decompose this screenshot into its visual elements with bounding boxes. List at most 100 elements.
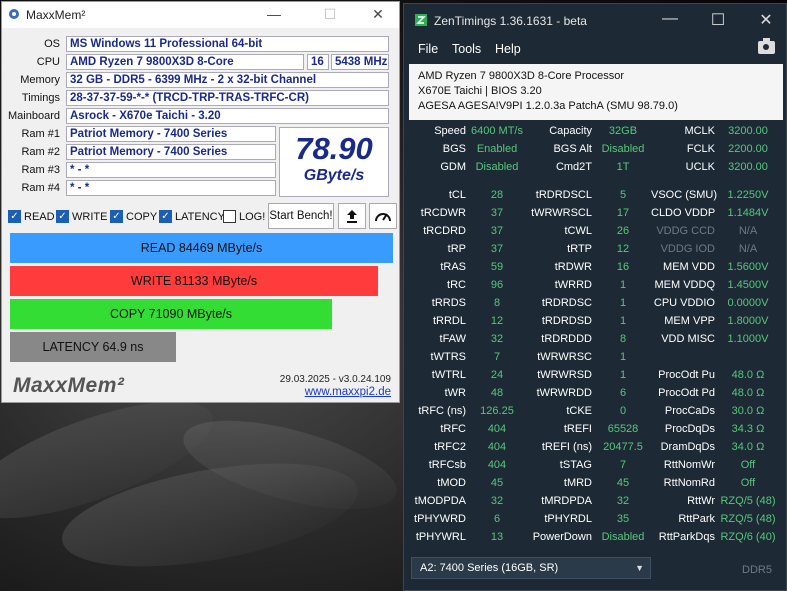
timing-label: BGS: [442, 143, 466, 155]
menu-help[interactable]: Help: [495, 42, 521, 56]
system-info-panel: AMD Ryzen 7 9800X3D 8-Core Processor X67…: [409, 64, 783, 120]
mainboard-field: Asrock - X670e Taichi - 3.20: [66, 108, 389, 124]
copy-result-label: COPY 71090 MByte/s: [109, 307, 233, 321]
timing-value: 96: [490, 279, 504, 291]
cpu-cores-field: 16: [307, 54, 329, 70]
read-result-bar: READ 84469 MByte/s: [10, 233, 393, 263]
checkbox-icon: ✓: [56, 210, 69, 223]
timing-value: 1.2250V: [727, 189, 769, 201]
timing-value: 1.4500V: [727, 279, 769, 291]
timing-label: tRTP: [567, 243, 592, 255]
timing-label: tRDRDSD: [541, 315, 592, 327]
timing-value: 404: [487, 459, 507, 471]
timing-value: 32: [616, 495, 630, 507]
timing-label: UCLK: [685, 161, 715, 173]
timing-label: MEM VDDQ: [654, 279, 716, 291]
timing-value: 59: [490, 261, 504, 273]
timing-value: 1.5600V: [727, 261, 769, 273]
timing-label: ProcOdt Pd: [658, 387, 715, 399]
timing-label: tRC: [447, 279, 466, 291]
close-button[interactable]: ✕: [754, 10, 778, 30]
timing-label: tRFC: [440, 423, 466, 435]
timing-value: 7: [619, 459, 627, 471]
timing-label: tPHYWRD: [414, 513, 466, 525]
start-bench-button[interactable]: Start Bench!: [268, 203, 334, 229]
timing-value: 37: [490, 243, 504, 255]
upload-icon: [347, 210, 357, 223]
timing-label: tRDRDSCL: [535, 189, 592, 201]
timing-value: 2200.00: [728, 143, 768, 155]
timing-label: tWTRS: [430, 351, 466, 363]
timing-value: 1: [619, 315, 627, 327]
timing-label: tFAW: [439, 333, 466, 345]
speedometer-button[interactable]: [369, 203, 397, 229]
read-checkbox[interactable]: ✓ READ: [8, 210, 55, 223]
timing-value: 65528: [607, 423, 639, 435]
window-title: ZenTimings 1.36.1631 - beta: [434, 14, 587, 28]
timing-label: tREFI: [563, 423, 592, 435]
timing-label: tWR: [444, 387, 466, 399]
checkbox-icon: ✓: [159, 210, 172, 223]
camera-icon[interactable]: [758, 38, 775, 54]
zentimings-titlebar[interactable]: ZenTimings 1.36.1631 - beta — ☐ ✕: [404, 4, 786, 36]
close-button[interactable]: ✕: [368, 6, 388, 23]
zentimings-logo-icon: [415, 14, 427, 26]
timing-label: tRCDRD: [423, 225, 466, 237]
timing-label: tWRWRSCL: [531, 207, 592, 219]
timing-label: tPHYWRL: [415, 531, 466, 543]
timing-value: 7: [493, 351, 501, 363]
timing-label: Speed: [434, 125, 466, 137]
dimm-selector-value: A2: 7400 Series (16GB, SR): [420, 562, 559, 574]
timing-value: 1: [619, 369, 627, 381]
timing-label: ProcDqDs: [664, 423, 715, 435]
website-link[interactable]: www.maxxpi2.de: [305, 386, 391, 398]
timing-label: Capacity: [549, 125, 592, 137]
cpu-label: CPU: [36, 56, 60, 68]
timing-label: tRDWR: [554, 261, 592, 273]
copy-checkbox[interactable]: ✓ COPY: [110, 210, 157, 223]
timing-label: RttPark: [678, 513, 715, 525]
timing-value: 37: [490, 207, 504, 219]
write-checkbox[interactable]: ✓ WRITE: [56, 210, 107, 223]
timing-value: 1: [619, 279, 627, 291]
timing-label: FCLK: [686, 143, 715, 155]
log-checkbox[interactable]: LOG!: [223, 210, 265, 223]
timing-value: 6400 MT/s: [471, 125, 523, 137]
timing-label: tSTAG: [559, 459, 592, 471]
timing-value: 1T: [616, 161, 630, 173]
zentimings-window: ZenTimings 1.36.1631 - beta — ☐ ✕ File T…: [403, 3, 787, 591]
timing-value: 48.0 Ω: [731, 387, 765, 399]
minimize-button[interactable]: —: [658, 10, 682, 28]
timing-label: tWTRL: [431, 369, 466, 381]
menu-tools[interactable]: Tools: [452, 42, 481, 56]
timing-label: tMRD: [563, 477, 592, 489]
timing-value: 30.0 Ω: [731, 405, 765, 417]
speedometer-icon: [375, 213, 391, 222]
menu-file[interactable]: File: [418, 42, 438, 56]
ram4-label: Ram #4: [21, 182, 60, 194]
timing-label: MEM VPP: [664, 315, 715, 327]
agesa-info: AGESA AGESA!V9PI 1.2.0.3a PatchA (SMU 98…: [418, 100, 678, 112]
minimize-button[interactable]: —: [264, 6, 284, 22]
ram1-label: Ram #1: [21, 128, 60, 140]
timing-value: RZQ/5 (48): [720, 513, 776, 525]
maxxmem-titlebar[interactable]: MaxxMem² — ☐ ✕: [2, 2, 399, 28]
dimm-selector[interactable]: A2: 7400 Series (16GB, SR) ▼: [411, 557, 651, 579]
timing-label: tWRWRDD: [536, 387, 592, 399]
chevron-down-icon: ▼: [635, 563, 644, 573]
maxxmem-logo: MaxxMem²: [13, 374, 125, 397]
timing-value: 16: [616, 261, 630, 273]
maximize-button[interactable]: ☐: [706, 10, 730, 30]
latency-checkbox[interactable]: ✓ LATENCY: [159, 210, 225, 223]
timing-label: tRFC2: [434, 441, 466, 453]
timing-label: tPHYRDL: [544, 513, 592, 525]
checkbox-icon: [223, 210, 236, 223]
timing-value: N/A: [738, 225, 758, 237]
timing-label: VDD MISC: [661, 333, 715, 345]
upload-button[interactable]: [338, 203, 366, 229]
ram2-field: Patriot Memory - 7400 Series: [66, 144, 276, 160]
cpu-field: AMD Ryzen 7 9800X3D 8-Core: [66, 54, 304, 70]
timing-value: 8: [619, 333, 627, 345]
maximize-button[interactable]: ☐: [320, 6, 340, 23]
copy-checkbox-label: COPY: [126, 210, 158, 223]
